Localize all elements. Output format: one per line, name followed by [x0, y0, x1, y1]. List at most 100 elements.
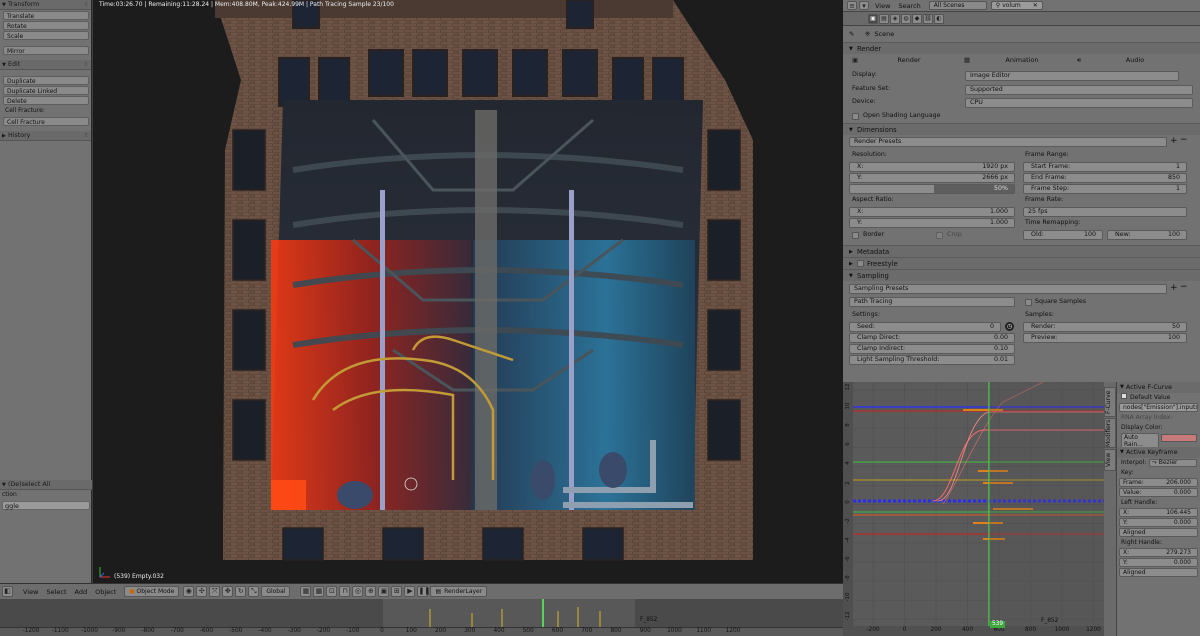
object-menu[interactable]: Object	[95, 588, 116, 596]
mode-dropdown[interactable]: ● Object Mode	[124, 586, 180, 597]
square-samples-checkbox[interactable]	[1025, 299, 1032, 306]
drag-grip-icon[interactable]: ⠿	[84, 131, 88, 141]
resolution-y-field[interactable]: Y: 2666 px	[849, 172, 1015, 183]
left-handle-y-field[interactable]: Y: 0.000	[1119, 518, 1198, 527]
timeline-ruler[interactable]: -1200 -1100 -1000 -900 -800 -700 -600 -500 -400-…	[0, 627, 843, 636]
translate-button[interactable]: Translate	[3, 11, 89, 20]
world-tab-icon[interactable]: ◍	[901, 13, 911, 24]
remap-old-field[interactable]: Old: 100	[1023, 229, 1103, 240]
editor-type-icon[interactable]: ≡	[847, 1, 857, 10]
last-operator-header[interactable]: ▼ (De)select All	[0, 480, 92, 490]
properties-panel[interactable]: ✎ ❈ Scene ▼ Render ▣ Render ▦ Animation 🔊︎ …	[843, 26, 1200, 382]
view-tab[interactable]: View	[1104, 449, 1116, 471]
preview-samples-field[interactable]: Preview: 100	[1023, 333, 1187, 343]
aspect-y-field[interactable]: Y: 1.000	[849, 217, 1015, 228]
aspect-x-field[interactable]: X: 1.000	[849, 206, 1015, 217]
pivot-icon[interactable]: ✣	[196, 586, 208, 597]
panel-edit-header[interactable]: ▼ Edit ⠿	[0, 60, 91, 70]
snap-icon[interactable]: ⊓	[339, 586, 351, 597]
active-keyframe-header[interactable]: ▼ Active Keyframe	[1117, 447, 1200, 458]
layer-grid-icon[interactable]: ▦	[313, 586, 325, 597]
end-frame-field[interactable]: End Frame: 850	[1023, 172, 1187, 183]
proportional-icon[interactable]: ◎	[352, 586, 364, 597]
duplicate-button[interactable]: Duplicate	[3, 76, 89, 85]
transform-orientation-icon[interactable]: ✥	[222, 586, 234, 597]
osl-checkbox[interactable]	[852, 112, 859, 120]
scene-tab-icon[interactable]: ◈	[890, 13, 900, 24]
sampling-presets-dropdown[interactable]: Sampling Presets	[849, 283, 1167, 294]
key-frame-field[interactable]: Frame: 206.000	[1119, 478, 1198, 487]
frame-rate-dropdown[interactable]: 25 fps	[1023, 206, 1187, 217]
device-dropdown[interactable]: CPU	[965, 98, 1193, 108]
rotate-manipulator-icon[interactable]: ↻	[235, 586, 247, 597]
fcurve-canvas[interactable]	[843, 382, 1116, 636]
key-value-field[interactable]: Value: 0.000	[1119, 488, 1198, 497]
sampling-section-header[interactable]: ▼ Sampling	[843, 268, 1200, 281]
resolution-x-field[interactable]: X: 1920 px	[849, 161, 1015, 172]
search-input[interactable]: ⚲ volum ✕	[990, 1, 1043, 10]
freestyle-checkbox[interactable]	[857, 259, 864, 267]
remove-preset-icon[interactable]: −	[1180, 135, 1188, 145]
timeline-editor[interactable]: -1200 -1100 -1000 -900 -800 -700 -600 -500 -400-…	[0, 599, 843, 636]
rna-path-field[interactable]: nodes["Emission"].inputs[1].default_valu…	[1119, 403, 1198, 412]
current-frame-badge[interactable]: 539	[990, 621, 1006, 628]
panel-history-header[interactable]: ▶ History ⠿	[0, 131, 91, 141]
layer-grid-icon[interactable]: ▦	[300, 586, 312, 597]
remap-new-field[interactable]: New: 100	[1107, 229, 1187, 240]
scene-filter-dropdown[interactable]: All Scenes	[928, 1, 987, 10]
lock-icon[interactable]: ⊡	[326, 586, 338, 597]
render-button[interactable]: Render	[863, 55, 955, 66]
resolution-percentage-slider[interactable]: 50%	[849, 183, 1015, 194]
dimensions-section-header[interactable]: ▼ Dimensions	[843, 123, 1200, 135]
light-sampling-threshold-field[interactable]: Light Sampling Threshold: 0.01	[849, 355, 1015, 365]
editor-type-icon[interactable]: ◧	[2, 586, 13, 597]
object-tab-icon[interactable]: ◆	[912, 13, 922, 24]
cell-fracture-button[interactable]: Cell Fracture	[3, 117, 89, 126]
clamp-direct-field[interactable]: Clamp Direct: 0.00	[849, 333, 1015, 343]
orientation-dropdown[interactable]: Global	[261, 586, 291, 597]
collapse-menu-icon[interactable]: ▾	[859, 1, 869, 10]
audio-button[interactable]: Audio	[1089, 55, 1181, 66]
render-icon[interactable]: ▣	[378, 586, 390, 597]
right-handle-y-field[interactable]: Y: 0.000	[1119, 558, 1198, 567]
freestyle-section-header[interactable]: ▶ Freestyle	[843, 256, 1200, 269]
pause-icon[interactable]: ❚❚	[417, 586, 430, 597]
manipulator-icon[interactable]: ⤧	[209, 586, 221, 597]
metadata-section-header[interactable]: ▶ Metadata	[843, 244, 1200, 257]
integrator-dropdown[interactable]: Path Tracing	[849, 297, 1015, 307]
drag-grip-icon[interactable]: ⠿	[84, 0, 88, 10]
add-preset-icon[interactable]: +	[1170, 136, 1178, 146]
add-preset-icon[interactable]: +	[1170, 283, 1178, 293]
render-presets-dropdown[interactable]: Render Presets	[849, 137, 1167, 147]
graph-editor[interactable]: 12 10 8 6 4 2 0 -2 -4 -6 -8 -10 -12 -200 0 200 400 600 80…	[843, 382, 1116, 636]
render-tab-icon[interactable]: ▣	[868, 13, 878, 24]
animation-button[interactable]: Animation	[976, 55, 1068, 66]
view-menu[interactable]: View	[875, 2, 890, 10]
layers-tab-icon[interactable]: ▤	[879, 13, 889, 24]
snap-target-icon[interactable]: ⊕	[365, 586, 377, 597]
crop-checkbox[interactable]	[936, 231, 943, 239]
delete-button[interactable]: Delete	[3, 96, 89, 105]
scale-manipulator-icon[interactable]: ⤡	[248, 586, 260, 597]
animate-seed-icon[interactable]: ◷	[1005, 322, 1014, 331]
curve-color-swatch[interactable]	[1161, 434, 1197, 442]
drag-grip-icon[interactable]: ⠿	[84, 60, 88, 70]
remove-preset-icon[interactable]: −	[1180, 282, 1188, 292]
start-frame-field[interactable]: Start Frame: 1	[1023, 161, 1187, 172]
rotate-button[interactable]: Rotate	[3, 21, 89, 30]
render-samples-field[interactable]: Render: 50	[1023, 322, 1187, 332]
pin-icon[interactable]: ✎	[849, 26, 854, 42]
modifiers-tab[interactable]: Modifiers	[1104, 418, 1116, 448]
camera-icon[interactable]: ⊞	[391, 586, 403, 597]
render-layer-dropdown[interactable]: ▤ RenderLayer	[430, 586, 488, 597]
active-fcurve-header[interactable]: ▼ Active F-Curve	[1117, 382, 1200, 393]
duplicate-linked-button[interactable]: Duplicate Linked	[3, 86, 89, 95]
panel-transform-header[interactable]: ▼ Transform ⠿	[0, 0, 91, 10]
seed-field[interactable]: Seed: 0	[849, 322, 1001, 332]
select-menu[interactable]: Select	[46, 588, 66, 596]
shading-icon[interactable]: ◉	[183, 586, 195, 597]
border-checkbox[interactable]	[852, 231, 859, 239]
clear-icon[interactable]: ✕	[1033, 2, 1038, 9]
frame-step-field[interactable]: Frame Step: 1	[1023, 183, 1187, 194]
fcurve-tab[interactable]: F-Curve	[1104, 387, 1116, 417]
